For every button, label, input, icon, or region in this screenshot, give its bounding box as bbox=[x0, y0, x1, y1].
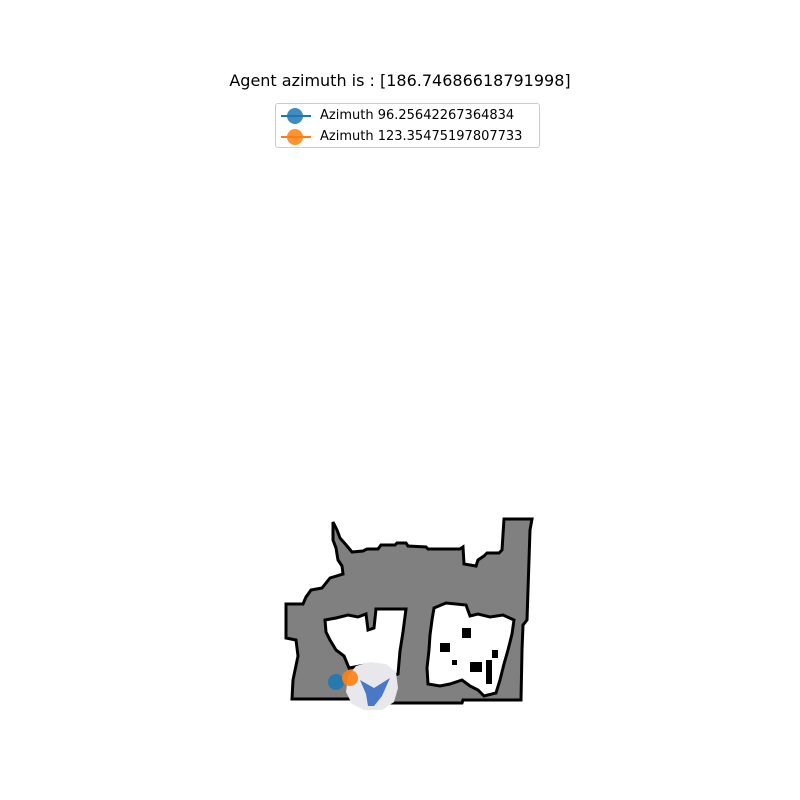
obstacle-block bbox=[470, 662, 482, 672]
occupancy-map bbox=[284, 517, 534, 710]
obstacle-block bbox=[462, 628, 471, 638]
obstacle-block bbox=[440, 643, 450, 652]
obstacle-block bbox=[492, 650, 498, 658]
goal-marker-azimuth-2 bbox=[342, 670, 358, 686]
obstacle-block bbox=[486, 660, 492, 684]
goal-marker-azimuth-1 bbox=[328, 674, 344, 690]
obstacle-block bbox=[452, 660, 457, 665]
